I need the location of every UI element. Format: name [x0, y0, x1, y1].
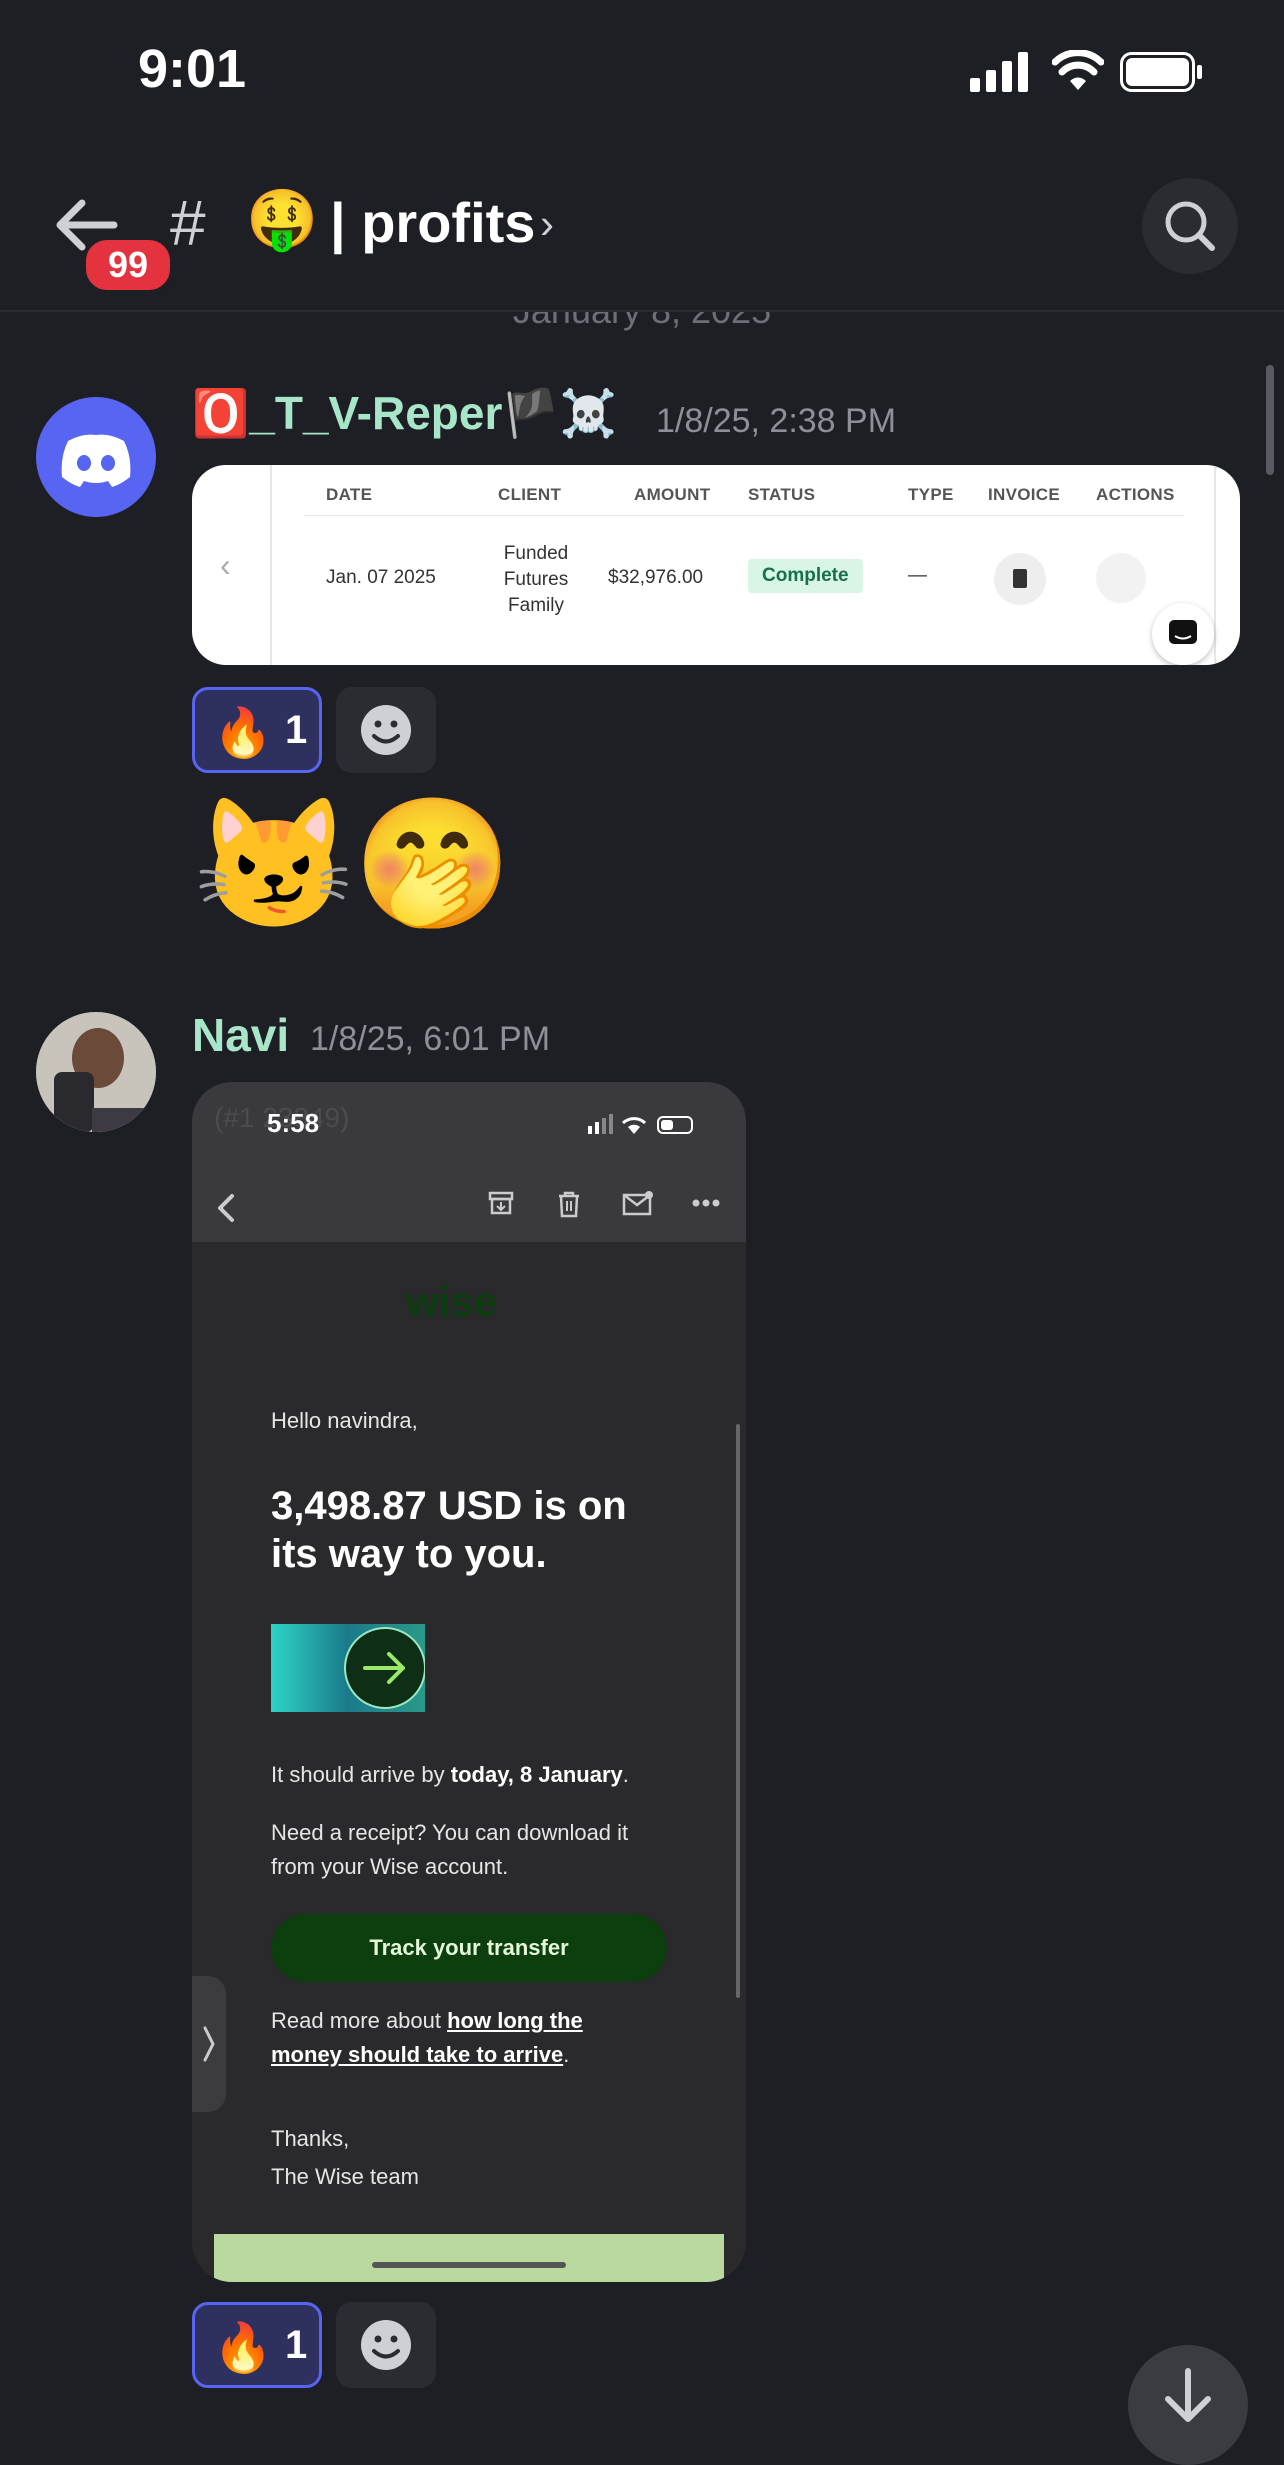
table-divider: [304, 515, 1184, 516]
mail-icon[interactable]: [622, 1190, 654, 1216]
status-badge: Complete: [748, 559, 863, 593]
user-photo: [36, 1012, 156, 1132]
table-header: TYPE: [908, 485, 954, 504]
emoji-message: 😼🤭: [194, 793, 513, 936]
scrollbar[interactable]: [1266, 365, 1274, 475]
channel-name[interactable]: | profits: [330, 190, 535, 255]
status-time: 9:01: [138, 39, 247, 99]
track-transfer-button[interactable]: Track your transfer: [271, 1914, 667, 1982]
table-header: DATE: [326, 485, 373, 504]
channel-emoji: 🤑: [246, 187, 319, 252]
fire-icon: 🔥: [213, 707, 273, 760]
trash-icon[interactable]: [556, 1190, 582, 1218]
transfer-illustration: [271, 1624, 425, 1712]
table-header: ACTIONS: [1096, 485, 1175, 504]
chevron-left-icon[interactable]: [212, 1188, 242, 1228]
reaction-count: 1: [285, 2323, 308, 2367]
discord-logo-icon: [61, 434, 131, 487]
unread-badge: 99: [82, 236, 174, 294]
receipt-line: from your Wise account.: [271, 1854, 509, 1879]
table-cell-text: Family: [508, 595, 564, 616]
table-header: STATUS: [748, 485, 816, 504]
signoff-line: The Wise team: [271, 2164, 419, 2189]
wise-footer: [214, 2234, 724, 2282]
chat-widget-button[interactable]: [1152, 603, 1214, 665]
side-handle[interactable]: [192, 1976, 226, 2112]
arrival-date: today, 8 January: [450, 1762, 623, 1787]
more-icon[interactable]: [692, 1198, 720, 1208]
table-header: INVOICE: [988, 485, 1061, 504]
email-greeting: Hello navindra,: [271, 1408, 418, 1433]
table-cell-client: Funded Futures Family: [486, 541, 586, 619]
reaction-count: 1: [285, 708, 308, 752]
arrival-prefix: It should arrive by: [271, 1762, 451, 1787]
read-more-suffix: .: [563, 2042, 570, 2067]
table-cell-text: Futures: [503, 569, 569, 590]
attachment-image[interactable]: ‹ DATE CLIENT AMOUNT STATUS TYPE INVOICE…: [192, 465, 1240, 665]
headline-line: its way to you.: [271, 1532, 547, 1576]
email-signoff: Thanks, The Wise team: [271, 2120, 419, 2196]
search-icon: [1165, 201, 1215, 251]
receipt-line: Need a receipt? You can download it: [271, 1820, 629, 1845]
table-cell-date: Jan. 07 2025: [326, 567, 436, 588]
arrow-down-icon: [1165, 2368, 1211, 2422]
receipt-text: Need a receipt? You can download it from…: [271, 1816, 628, 1884]
divider: [1214, 465, 1216, 665]
email-scrollbar[interactable]: [736, 1424, 740, 1998]
attachment-image[interactable]: (#1 23849) 5:58 wise Hello navindra, 3,4…: [192, 1082, 746, 2282]
add-reaction-button[interactable]: [336, 687, 436, 773]
invoice-button[interactable]: [994, 553, 1046, 605]
phone-status-icons: [588, 1114, 693, 1134]
avatar[interactable]: [36, 397, 156, 517]
smiley-icon: [361, 2320, 411, 2370]
home-indicator: [372, 2262, 566, 2268]
table-header: AMOUNT: [634, 485, 711, 504]
headline-line: 3,498.87 USD is on: [271, 1484, 627, 1528]
channel-hash-icon: #: [170, 187, 206, 259]
scroll-to-bottom-button[interactable]: [1128, 2345, 1248, 2465]
email-headline: 3,498.87 USD is on its way to you.: [271, 1482, 627, 1578]
signal-icon: [970, 52, 1028, 92]
reaction-fire[interactable]: 🔥 1: [192, 2302, 322, 2388]
chat-icon: [1169, 620, 1197, 644]
avatar[interactable]: [36, 1012, 156, 1132]
search-button[interactable]: [1142, 178, 1238, 274]
table-cell-text: Funded: [503, 543, 569, 564]
message-timestamp: 1/8/25, 6:01 PM: [310, 1020, 551, 1058]
chevron-left-icon: ‹: [220, 547, 231, 583]
chevron-right-icon: [203, 2026, 215, 2062]
message-username[interactable]: Navi: [192, 1008, 289, 1062]
wifi-icon: [1052, 50, 1104, 90]
actions-button[interactable]: [1096, 553, 1146, 603]
table-cell-amount: $32,976.00: [608, 567, 704, 588]
arrival-time-link[interactable]: how long the: [447, 2008, 583, 2033]
phone-time: 5:58: [267, 1108, 320, 1138]
chevron-right-icon[interactable]: ›: [540, 200, 554, 248]
arrival-text: It should arrive by today, 8 January.: [271, 1762, 629, 1788]
message-username[interactable]: 🅾️_T_V-Reper🏴☠️: [192, 386, 617, 441]
arrival-time-link[interactable]: money should take to arrive: [271, 2042, 563, 2067]
message-timestamp: 1/8/25, 2:38 PM: [656, 402, 897, 440]
table-cell-type: —: [908, 565, 927, 586]
divider: [270, 465, 272, 665]
signoff-line: Thanks,: [271, 2126, 350, 2151]
smiley-icon: [361, 705, 411, 755]
add-reaction-button[interactable]: [336, 2302, 436, 2388]
fire-icon: 🔥: [213, 2322, 273, 2375]
reaction-fire[interactable]: 🔥 1: [192, 687, 322, 773]
arrival-suffix: .: [622, 1762, 629, 1787]
table-header: CLIENT: [498, 485, 562, 504]
read-more-prefix: Read more about: [271, 2008, 448, 2033]
status-bar: 9:01: [0, 0, 1284, 140]
read-more-text: Read more about how long the money shoul…: [271, 2004, 583, 2072]
archive-icon[interactable]: [488, 1190, 514, 1216]
invoice-icon: [1013, 569, 1027, 588]
battery-icon: [1120, 52, 1202, 92]
wise-logo: wise: [406, 1278, 498, 1325]
arrow-right-icon: [344, 1627, 425, 1709]
